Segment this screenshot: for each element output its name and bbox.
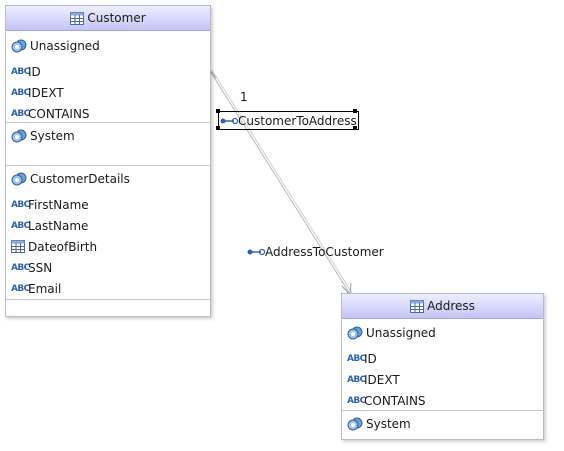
group-icon bbox=[11, 129, 27, 142]
group-unassigned: Unassigned ABC ID ABC IDEXT ABC CONTAINS bbox=[6, 31, 210, 123]
group-header[interactable]: Unassigned bbox=[342, 322, 543, 343]
multiplicity-label: 1 bbox=[240, 90, 248, 104]
group-header[interactable]: Unassigned bbox=[6, 35, 210, 56]
group-icon bbox=[11, 172, 27, 185]
abc-icon: ABC bbox=[11, 108, 30, 119]
group-system: System bbox=[342, 411, 543, 451]
abc-icon: ABC bbox=[347, 353, 366, 364]
group-header[interactable]: System bbox=[342, 413, 543, 434]
group-customerdetails: CustomerDetails ABC FirstName ABC LastNa… bbox=[6, 166, 210, 300]
link-icon bbox=[247, 248, 265, 256]
table-icon bbox=[70, 11, 85, 25]
table-icon bbox=[11, 240, 25, 253]
link-icon bbox=[220, 117, 238, 124]
abc-icon: ABC bbox=[11, 199, 30, 210]
attribute-row[interactable]: ABC ID bbox=[342, 348, 543, 369]
customer-entity-title: Customer bbox=[87, 11, 146, 25]
address-entity-header[interactable]: Address bbox=[342, 294, 543, 319]
customer-entity-header[interactable]: Customer bbox=[6, 6, 210, 31]
selection-handle[interactable] bbox=[216, 109, 220, 113]
group-icon bbox=[347, 417, 363, 430]
abc-icon: ABC bbox=[11, 66, 30, 77]
abc-icon: ABC bbox=[347, 395, 366, 406]
group-system: System bbox=[6, 123, 210, 166]
abc-icon: ABC bbox=[11, 87, 30, 98]
group-icon bbox=[347, 326, 363, 339]
relationship-label-customer-to-address[interactable]: CustomerToAddress bbox=[218, 111, 359, 130]
attribute-row[interactable]: DateofBirth bbox=[6, 236, 210, 257]
abc-icon: ABC bbox=[11, 283, 30, 294]
table-icon bbox=[410, 299, 425, 313]
attribute-row[interactable]: ABC CONTAINS bbox=[6, 103, 210, 124]
attribute-row[interactable]: ABC IDEXT bbox=[6, 82, 210, 103]
group-unassigned: Unassigned ABC ID ABC IDEXT ABC CONTAINS bbox=[342, 319, 543, 411]
customer-address-line-a[interactable] bbox=[209, 70, 351, 295]
group-header[interactable]: CustomerDetails bbox=[6, 168, 210, 189]
customer-entity[interactable]: Customer Unassigned ABC ID ABC IDEXT ABC… bbox=[5, 5, 211, 317]
abc-icon: ABC bbox=[347, 374, 366, 385]
selection-handle[interactable] bbox=[216, 126, 220, 130]
abc-icon: ABC bbox=[11, 220, 30, 231]
group-icon bbox=[11, 39, 27, 52]
address-entity-title: Address bbox=[427, 299, 475, 313]
attribute-row[interactable]: ABC FirstName bbox=[6, 194, 210, 215]
selection-handle[interactable] bbox=[353, 126, 357, 130]
attribute-row[interactable]: ABC Email bbox=[6, 278, 210, 299]
address-entity[interactable]: Address Unassigned ABC ID ABC IDEXT ABC … bbox=[341, 293, 544, 440]
attribute-row[interactable]: ABC IDEXT bbox=[342, 369, 543, 390]
abc-icon: ABC bbox=[11, 262, 30, 273]
attribute-row[interactable]: ABC SSN bbox=[6, 257, 210, 278]
group-header[interactable]: System bbox=[6, 125, 210, 146]
attribute-row[interactable]: ABC LastName bbox=[6, 215, 210, 236]
attribute-row[interactable]: ABC CONTAINS bbox=[342, 390, 543, 411]
selection-handle[interactable] bbox=[353, 109, 357, 113]
attribute-row[interactable]: ABC ID bbox=[6, 61, 210, 82]
relationship-label-address-to-customer[interactable]: AddressToCustomer bbox=[247, 244, 384, 260]
